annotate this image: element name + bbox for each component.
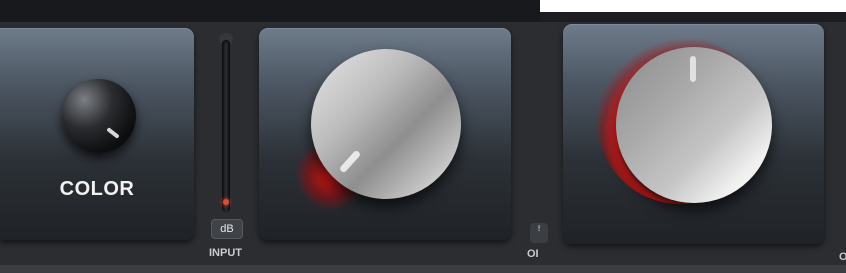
bottom-strip (0, 265, 846, 273)
color-knob[interactable] (62, 79, 136, 153)
db-button[interactable]: dB (211, 219, 243, 239)
edge-label: O (839, 251, 846, 263)
input-level-meter[interactable] (222, 40, 230, 212)
output-label: OI (527, 248, 539, 260)
output-icon[interactable]: ꜝ (530, 223, 548, 243)
meter-led-icon (223, 199, 229, 205)
top-bar-right-light (540, 0, 846, 12)
color-label: COLOR (59, 178, 135, 200)
drive-knob[interactable] (311, 49, 461, 199)
output-knob-indicator-icon (690, 56, 696, 82)
input-label: INPUT (209, 247, 242, 259)
color-knob-indicator-icon (106, 127, 120, 139)
top-bar (0, 0, 540, 22)
top-bar-right (540, 12, 846, 22)
